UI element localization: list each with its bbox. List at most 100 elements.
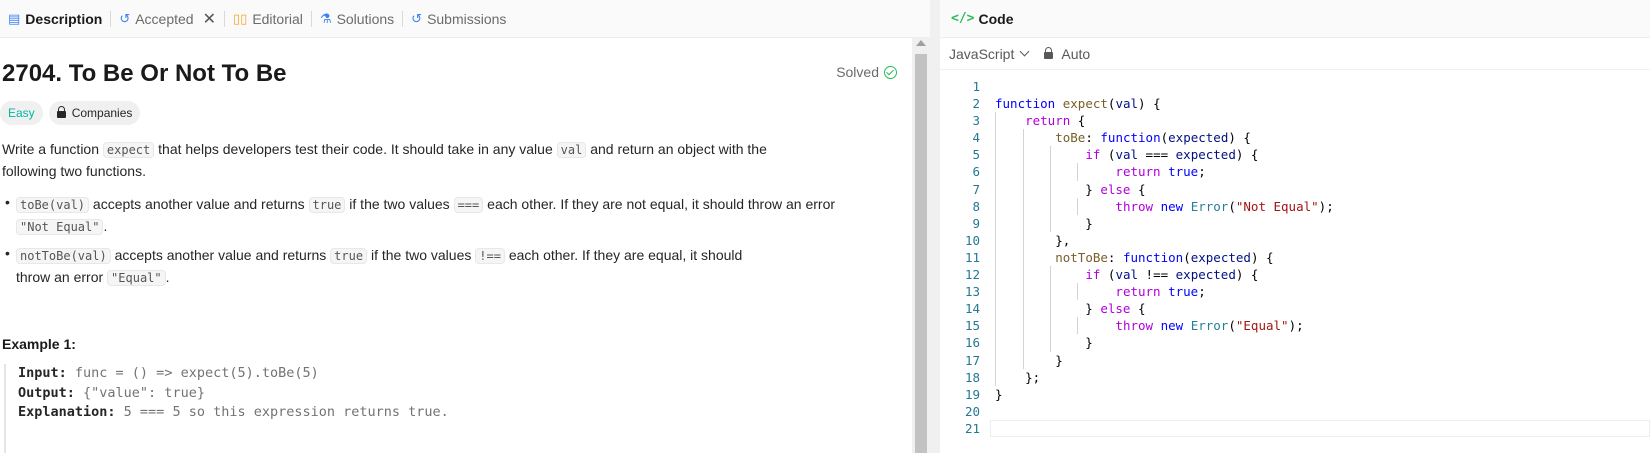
code-line: return { xyxy=(995,112,1334,130)
line-number: 9 xyxy=(972,215,980,231)
check-circle-icon xyxy=(884,65,897,79)
inline-code: "Equal" xyxy=(107,270,166,286)
flask-icon: ⚗ xyxy=(319,10,332,26)
line-number: 18 xyxy=(964,369,980,385)
history-icon: ↺ xyxy=(411,10,423,26)
tab-submissions[interactable]: ↺ Submissions xyxy=(403,0,514,38)
example-title: Example 1: xyxy=(2,336,76,352)
line-number: 8 xyxy=(972,198,980,214)
code-line: toBe: function(expected) { xyxy=(995,129,1334,147)
tab-solutions[interactable]: ⚗ Solutions xyxy=(312,0,402,38)
bullet-text: . xyxy=(103,218,108,234)
problem-intro: Write a function expect that helps devel… xyxy=(2,139,822,182)
line-number: 19 xyxy=(964,386,980,402)
inline-code: toBe(val) xyxy=(16,197,90,213)
code-line: } xyxy=(995,214,1093,232)
bullet-nottobe: notToBe(val) accepts another value and r… xyxy=(16,245,761,289)
example-output-label: Output: xyxy=(18,384,75,401)
inline-code: "Not Equal" xyxy=(16,219,104,235)
example-input-label: Input: xyxy=(18,365,67,381)
bullet-text: if the two values xyxy=(367,247,476,263)
code-line: } else { xyxy=(995,180,1146,198)
description-icon: ▤ xyxy=(8,10,21,26)
line-number: 10 xyxy=(964,232,980,248)
code-line: throw new Error("Equal"); xyxy=(995,317,1334,335)
intro-text: that helps developers test their code. I… xyxy=(154,141,557,157)
code-panel: </> Code JavaScript Auto 1 2 3 4 5 6 7 8 9 10 11 12… xyxy=(940,0,1650,453)
auto-mode-label[interactable]: Auto xyxy=(1061,46,1090,62)
tab-solutions-label: Solutions xyxy=(336,10,395,27)
example-output: Output: {"value": true} xyxy=(18,384,604,404)
code-line: throw new Error("Not Equal"); xyxy=(995,197,1334,215)
inline-code: true xyxy=(308,197,346,213)
code-line: } xyxy=(995,334,1093,352)
description-scrollbar[interactable] xyxy=(912,38,930,453)
problem-description: 2704. To Be Or Not To Be Solved Easy Com… xyxy=(0,38,912,453)
problem-tags: Easy Companies xyxy=(0,101,141,125)
code-line: } else { xyxy=(995,300,1146,318)
line-number-gutter: 1 2 3 4 5 6 7 8 9 10 11 12 13 14 15 16 17 18 19 20 21 xyxy=(940,78,980,437)
bullet-dot: • xyxy=(5,245,10,261)
bullet-text: if the two values xyxy=(345,196,454,212)
inline-code: notToBe(val) xyxy=(16,248,111,264)
line-number: 16 xyxy=(964,335,980,351)
bullet-dot: • xyxy=(5,194,10,210)
editor-toolbar: JavaScript Auto xyxy=(940,38,1650,70)
example-block: Input: func = () => expect(5).toBe(5) Ou… xyxy=(4,364,604,453)
panel-resize-handle[interactable] xyxy=(930,0,940,453)
bullet-text: . xyxy=(165,269,170,285)
tab-description-label: Description xyxy=(25,10,103,27)
tab-accepted[interactable]: ↺ Accepted ✕ xyxy=(111,0,224,38)
bullet-text: accepts another value and returns xyxy=(89,196,309,212)
code-icon: </> xyxy=(951,11,975,26)
close-icon[interactable]: ✕ xyxy=(203,9,216,29)
code-header-label: Code xyxy=(978,10,1014,27)
problem-panel: ▤ Description ↺ Accepted ✕ ▯▯ Editorial … xyxy=(0,0,930,453)
inline-code: expect xyxy=(102,142,155,158)
line-number: 3 xyxy=(972,113,980,129)
problem-title: 2704. To Be Or Not To Be xyxy=(2,60,287,87)
line-number: 12 xyxy=(964,267,980,283)
scroll-up-arrow-icon[interactable] xyxy=(916,40,926,46)
code-line: if (val !== expected) { xyxy=(995,266,1334,284)
line-number: 7 xyxy=(972,181,980,197)
code-header: </> Code xyxy=(940,0,1650,38)
language-select[interactable]: JavaScript xyxy=(949,46,1014,62)
inline-code: true xyxy=(330,248,368,264)
inline-code: !== xyxy=(475,248,505,264)
code-line: }; xyxy=(995,368,1041,386)
lock-icon xyxy=(1044,47,1054,59)
line-number: 14 xyxy=(964,301,980,317)
line-number: 4 xyxy=(972,130,980,146)
tab-editorial[interactable]: ▯▯ Editorial xyxy=(225,0,311,38)
companies-label: Companies xyxy=(71,106,133,120)
tab-accepted-label: Accepted xyxy=(135,10,194,27)
bullet-text: accepts another value and returns xyxy=(110,247,331,263)
code-line: return true; xyxy=(995,163,1334,181)
scrollbar-thumb[interactable] xyxy=(915,54,927,453)
example-explanation-value: 5 === 5 so this expression returns true. xyxy=(115,404,449,420)
tab-editorial-label: Editorial xyxy=(252,10,303,27)
code-line: }, xyxy=(995,231,1071,249)
line-number: 21 xyxy=(964,420,980,436)
example-input-value: func = () => expect(5).toBe(5) xyxy=(66,365,319,381)
difficulty-badge[interactable]: Easy xyxy=(0,101,43,125)
chevron-down-icon[interactable] xyxy=(1019,46,1030,57)
code-content[interactable]: function expect(val) { return { toBe: fu… xyxy=(995,78,1334,437)
tab-description[interactable]: ▤ Description xyxy=(0,0,110,38)
bullet-tobe: toBe(val) accepts another value and retu… xyxy=(16,194,836,238)
example-explanation: Explanation: 5 === 5 so this expression … xyxy=(18,403,604,423)
problem-tabbar: ▤ Description ↺ Accepted ✕ ▯▯ Editorial … xyxy=(0,0,930,38)
line-number: 1 xyxy=(972,79,980,94)
code-editor[interactable]: 1 2 3 4 5 6 7 8 9 10 11 12 13 14 15 16 17 18 19 20 21 functi… xyxy=(940,78,1650,453)
line-number: 17 xyxy=(964,352,980,368)
companies-badge[interactable]: Companies xyxy=(48,101,141,125)
tab-submissions-label: Submissions xyxy=(427,10,507,27)
line-number: 11 xyxy=(964,249,980,265)
code-line: if (val === expected) { xyxy=(995,146,1334,164)
solved-label: Solved xyxy=(836,64,879,80)
code-line: } xyxy=(995,386,1003,402)
line-number: 20 xyxy=(964,403,980,419)
example-input: Input: func = () => expect(5).toBe(5) xyxy=(18,364,604,384)
